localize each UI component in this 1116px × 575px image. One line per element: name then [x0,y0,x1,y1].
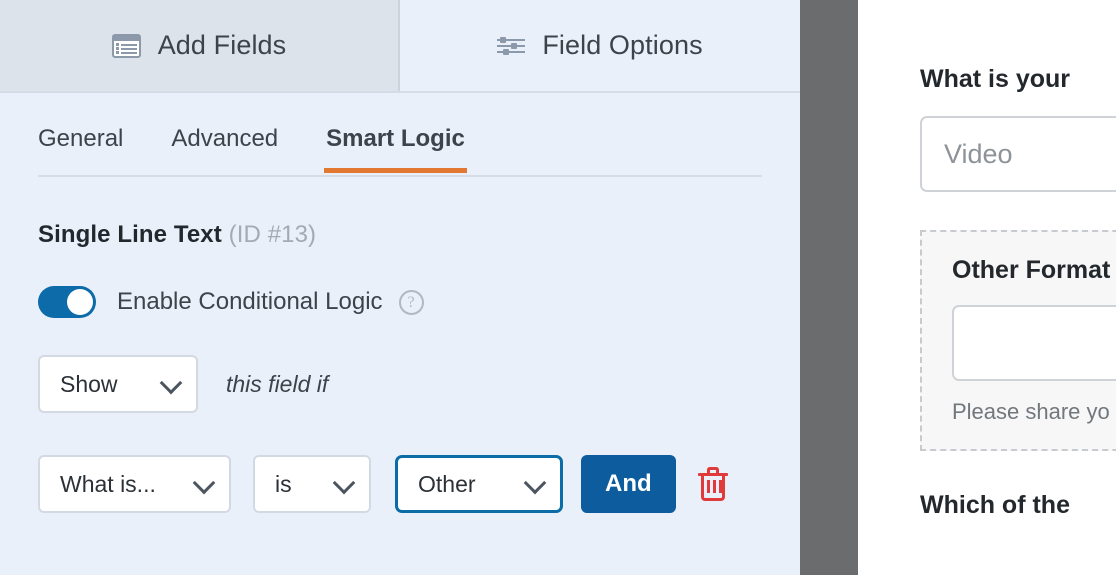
rule-operator-value: is [275,470,292,497]
builder-sidebar: Add Fields Field Options General Advance… [0,0,800,575]
tab-field-options[interactable]: Field Options [400,0,800,91]
chevron-down-icon [192,471,216,495]
conditional-action-suffix: this field if [226,370,329,397]
preview-other-format-description: Please share yo [952,399,1110,424]
enable-conditional-logic-row: Enable Conditional Logic ? [38,286,800,318]
preview-other-format-label: Other Format [952,256,1111,284]
rule-operator-select[interactable]: is [253,455,371,513]
conditional-rule-row: What is... is Other And [38,455,800,513]
subtab-general[interactable]: General [38,125,123,169]
tab-field-options-label: Field Options [542,30,703,60]
preview-question-label: What is your [920,65,1071,93]
chevron-down-icon [332,471,356,495]
add-and-condition-button[interactable]: And [581,455,676,513]
list-window-icon [111,33,141,58]
sub-tab-bar: General Advanced Smart Logic [38,93,762,177]
field-id-label: (ID #13) [228,221,317,248]
form-builder-screen: Add Fields Field Options General Advance… [0,0,1116,575]
preview-other-format-input[interactable] [952,305,1116,381]
delete-rule-icon[interactable] [697,467,728,501]
enable-conditional-logic-label: Enable Conditional Logic [117,288,383,315]
preview-next-question-label: Which of the [920,491,1070,519]
preview-conditional-field-block: Other Format Please share yo [920,230,1116,451]
chevron-down-icon [523,471,547,495]
preview-format-select[interactable]: Video [920,116,1116,192]
rule-value-select[interactable]: Other [395,455,563,513]
chevron-down-icon [159,371,183,395]
tab-add-fields[interactable]: Add Fields [0,0,400,91]
enable-conditional-logic-toggle[interactable] [38,286,96,318]
conditional-action-select[interactable]: Show [38,355,198,413]
sub-tab-divider [38,175,762,177]
tab-add-fields-label: Add Fields [157,30,287,60]
preview-format-value: Video [944,138,1013,169]
sliders-icon [497,34,526,58]
primary-tab-bar: Add Fields Field Options [0,0,800,93]
panel-divider [800,0,858,575]
form-preview-panel: What is your Video Other Format Please s… [858,0,1116,575]
subtab-advanced[interactable]: Advanced [171,125,278,169]
field-type-name: Single Line Text [38,221,222,248]
rule-value-value: Other [418,470,476,497]
help-icon[interactable]: ? [398,289,424,315]
conditional-action-value: Show [60,370,118,397]
toggle-knob [67,289,93,315]
subtab-smart-logic[interactable]: Smart Logic [324,125,467,173]
rule-field-select[interactable]: What is... [38,455,231,513]
trash-can-body [700,476,725,501]
field-heading: Single Line Text (ID #13) [38,221,800,249]
rule-field-value: What is... [60,470,156,497]
conditional-action-row: Show this field if [38,355,800,413]
